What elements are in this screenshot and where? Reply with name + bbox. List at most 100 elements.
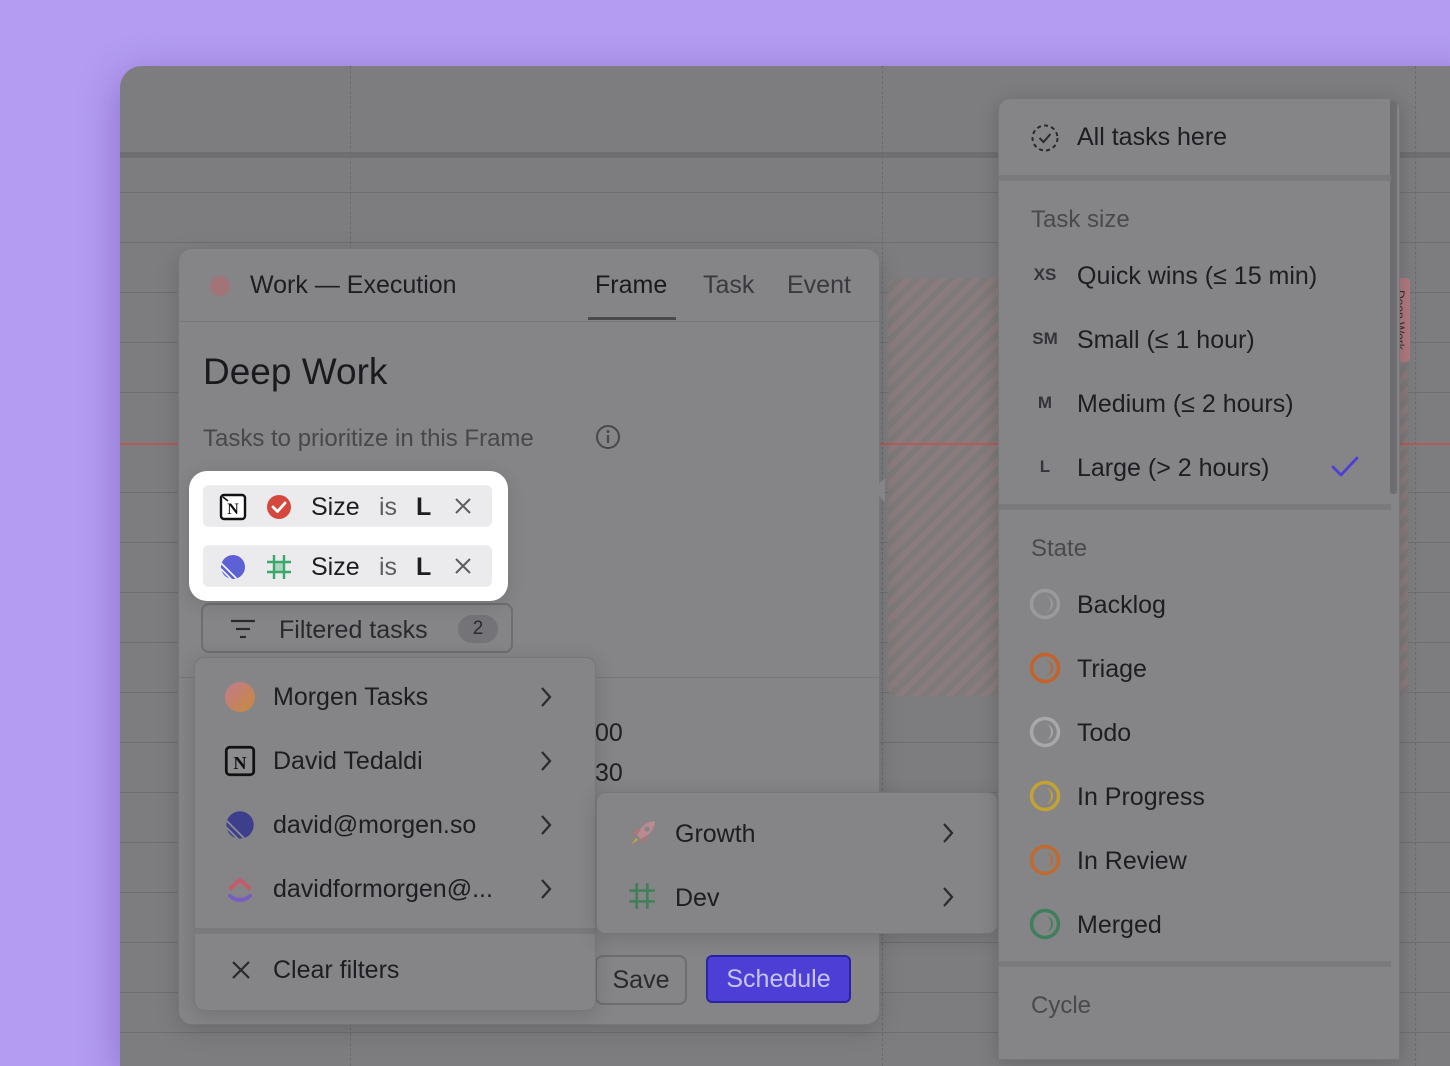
tab-event[interactable]: Event [787, 271, 851, 300]
filter-chip[interactable]: N Size is L [203, 485, 492, 527]
state-label: Todo [1077, 719, 1132, 747]
projects-submenu: Growth Dev [596, 792, 998, 934]
state-option-in-review[interactable]: In Review [999, 828, 1391, 892]
checkmark-icon [1331, 455, 1359, 484]
source-label: Morgen Tasks [273, 683, 429, 711]
source-item-morgen-tasks[interactable]: Morgen Tasks [195, 665, 595, 729]
source-label: david@morgen.so [273, 811, 477, 839]
filter-operator: is [379, 493, 398, 521]
svg-text:N: N [233, 753, 246, 773]
project-label: Growth [675, 820, 756, 848]
source-item-david-tedaldi[interactable]: N David Tedaldi [195, 729, 595, 793]
active-tab-indicator [588, 317, 676, 320]
all-tasks-option[interactable]: All tasks here [999, 99, 1399, 175]
state-circle-icon [1029, 652, 1061, 689]
frame-title[interactable]: Deep Work [203, 351, 387, 393]
state-label: Backlog [1077, 591, 1166, 619]
filtered-tasks-button[interactable]: Filtered tasks 2 [201, 603, 513, 653]
svg-text:N: N [227, 501, 239, 518]
state-option-triage[interactable]: Triage [999, 636, 1391, 700]
filter-field: Size [311, 493, 360, 521]
state-option-in-progress[interactable]: In Progress [999, 764, 1391, 828]
menu-divider [999, 504, 1391, 510]
tab-task[interactable]: Task [703, 271, 754, 300]
task-sources-menu: Morgen Tasks N David Tedaldi david@morge… [194, 657, 596, 1011]
state-label: In Review [1077, 847, 1187, 875]
linear-icon [224, 809, 256, 841]
size-option-xs[interactable]: XS Quick wins (≤ 15 min) [999, 243, 1391, 307]
project-item-growth[interactable]: Growth [597, 799, 997, 863]
menu-divider [999, 175, 1391, 181]
morgen-icon [224, 681, 256, 713]
state-option-todo[interactable]: Todo [999, 700, 1391, 764]
filter-field: Size [311, 553, 360, 581]
chevron-right-icon [539, 878, 553, 905]
project-item-dev[interactable]: Dev [597, 863, 997, 927]
chevron-right-icon [941, 822, 955, 849]
filter-chip[interactable]: Size is L [203, 545, 492, 587]
filter-operator: is [379, 553, 398, 581]
size-option-m[interactable]: M Medium (≤ 2 hours) [999, 371, 1391, 435]
source-label: davidformorgen@... [273, 875, 493, 903]
calendar-name[interactable]: Work — Execution [250, 271, 457, 300]
chevron-right-icon [941, 886, 955, 913]
cycle-heading: Cycle [1031, 992, 1092, 1019]
dashed-check-circle-icon [1030, 123, 1060, 158]
schedule-button[interactable]: Schedule [706, 955, 851, 1003]
tab-frame[interactable]: Frame [595, 271, 667, 300]
filter-icon [230, 619, 256, 644]
clear-filters-label: Clear filters [273, 956, 400, 984]
state-label: In Progress [1077, 783, 1205, 811]
hash-grid-icon [627, 881, 657, 916]
source-item-linear[interactable]: david@morgen.so [195, 793, 595, 857]
size-label: Small (≤ 1 hour) [1077, 326, 1255, 354]
chevron-right-icon [539, 686, 553, 713]
state-circle-icon [1029, 780, 1061, 817]
info-icon[interactable] [595, 424, 621, 455]
save-button[interactable]: Save [595, 955, 687, 1005]
menu-divider [999, 961, 1391, 967]
filtered-tasks-label: Filtered tasks [279, 616, 428, 644]
size-option-sm[interactable]: SM Small (≤ 1 hour) [999, 307, 1391, 371]
menu-divider [195, 928, 595, 934]
task-size-heading: Task size [1031, 206, 1130, 233]
calendar-color-dot [210, 276, 230, 296]
size-option-l[interactable]: L Large (> 2 hours) [999, 435, 1391, 499]
rocket-icon [627, 817, 659, 854]
size-label: Medium (≤ 2 hours) [1077, 390, 1294, 418]
state-option-merged[interactable]: Merged [999, 892, 1391, 956]
size-code: L [1039, 457, 1051, 476]
popover-caret [873, 478, 885, 502]
linear-icon [219, 553, 247, 586]
size-code: XS [1033, 265, 1057, 284]
hash-grid-icon [265, 553, 293, 586]
frame-subtitle: Tasks to prioritize in this Frame [203, 425, 534, 452]
clear-filters-button[interactable]: Clear filters [195, 943, 595, 999]
state-circle-icon [1029, 908, 1061, 945]
source-label: David Tedaldi [273, 747, 423, 775]
state-label: Merged [1077, 911, 1162, 939]
check-circle-icon [265, 493, 293, 526]
popover-header: Work — Execution Frame Task Event [179, 249, 879, 322]
state-label: Triage [1077, 655, 1147, 683]
end-time[interactable]: 30 [595, 759, 623, 788]
active-filters-card: N Size is L Size is L [189, 471, 508, 601]
size-label: Large (> 2 hours) [1077, 454, 1270, 482]
state-heading: State [1031, 535, 1088, 562]
start-time[interactable]: 00 [595, 719, 623, 748]
size-code: M [1037, 393, 1053, 412]
source-item-clickup[interactable]: davidformorgen@... [195, 857, 595, 921]
chevron-right-icon [539, 750, 553, 777]
state-circle-icon [1029, 588, 1061, 625]
remove-filter-icon[interactable] [453, 496, 473, 521]
notion-icon: N [219, 493, 247, 526]
close-icon [230, 959, 252, 986]
size-label: Quick wins (≤ 15 min) [1077, 262, 1318, 290]
filtered-tasks-count: 2 [458, 615, 498, 643]
day-column-line [1415, 66, 1416, 1066]
chevron-right-icon [539, 814, 553, 841]
state-circle-icon [1029, 716, 1061, 753]
remove-filter-icon[interactable] [453, 556, 473, 581]
state-option-backlog[interactable]: Backlog [999, 572, 1391, 636]
state-circle-icon [1029, 844, 1061, 881]
